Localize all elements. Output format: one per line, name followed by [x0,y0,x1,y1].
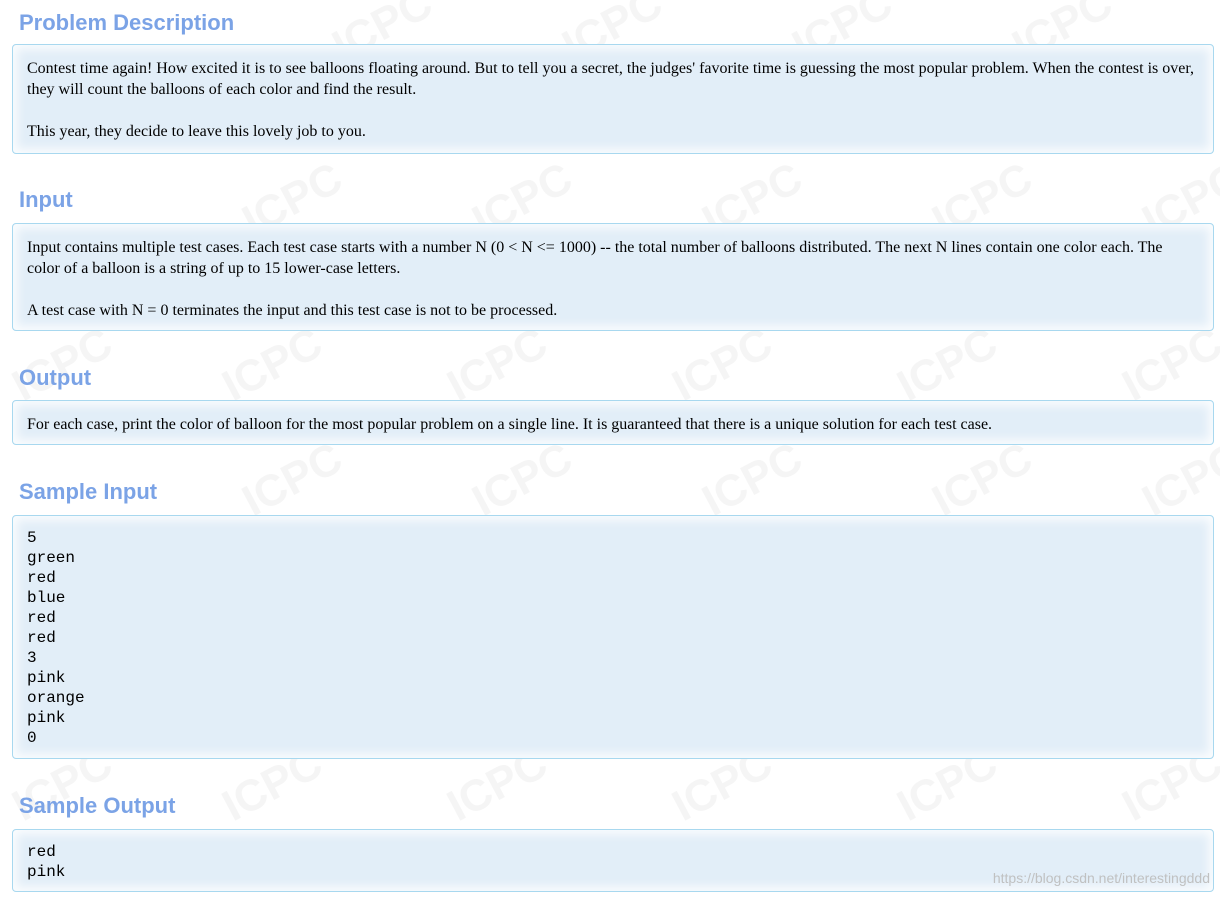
sample-input-line: orange [27,689,85,707]
source-url-watermark: https://blog.csdn.net/interestingddd [992,870,1210,886]
sample-input-line: red [27,629,56,647]
input-title: Input [19,187,73,212]
watermark-text: ICPC [234,433,351,526]
sample-output-line: red [27,843,56,861]
sample-input-line: 3 [27,649,37,667]
sample-input-panel: 5 green red blue red red 3 pink orange p… [12,515,1214,759]
sample-input-line: 0 [27,729,37,747]
problem-description-title: Problem Description [19,10,235,35]
sample-input-line: pink [27,669,66,687]
problem-description-panel: Contest time again! How excited it is to… [12,44,1214,154]
output-paragraph: For each case, print the color of balloo… [27,416,993,433]
watermark-text: ICPC [1114,318,1220,411]
watermark-text: ICPC [1134,433,1220,526]
problem-description-paragraph: This year, they decide to leave this lov… [27,123,366,140]
watermark-text: ICPC [924,433,1041,526]
output-panel: For each case, print the color of balloo… [12,400,1214,445]
watermark-text: ICPC [694,433,811,526]
input-paragraph: A test case with N = 0 terminates the in… [27,302,558,319]
problem-description-paragraph: Contest time again! How excited it is to… [27,60,1195,98]
watermark-text: ICPC [889,318,1006,411]
watermark-text: ICPC [464,433,581,526]
sample-input-line: red [27,609,56,627]
watermark-text: ICPC [439,318,556,411]
watermark-text: ICPC [214,318,331,411]
sample-input-line: 5 [27,529,37,547]
sample-input-line: green [27,549,76,567]
input-panel: Input contains multiple test cases. Each… [12,223,1214,331]
sample-input-line: pink [27,709,66,727]
sample-input-line: blue [27,589,66,607]
sample-output-title: Sample Output [19,793,176,818]
sample-input-line: red [27,569,56,587]
watermark-text: ICPC [664,318,781,411]
output-title: Output [19,365,92,390]
sample-input-title: Sample Input [19,479,158,504]
input-paragraph: Input contains multiple test cases. Each… [27,239,1163,277]
